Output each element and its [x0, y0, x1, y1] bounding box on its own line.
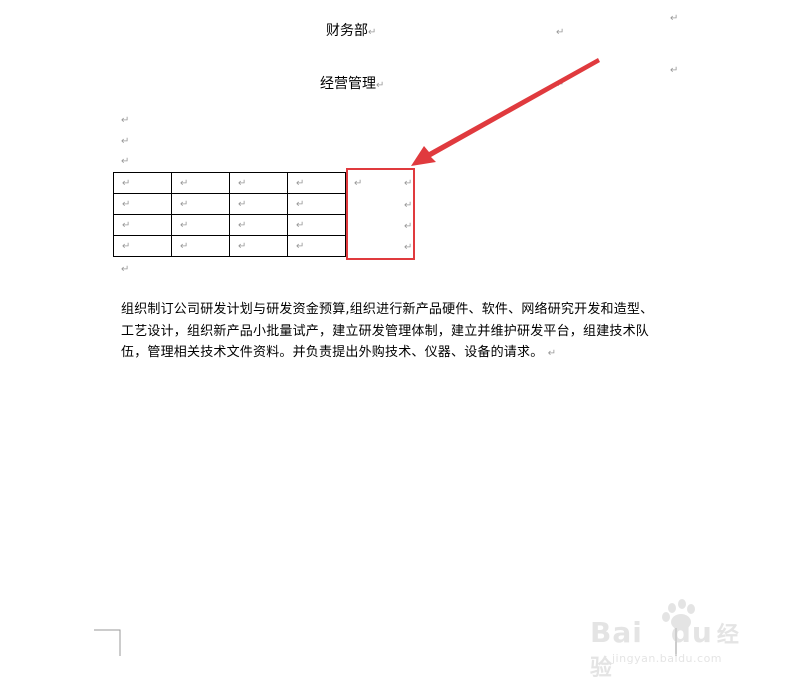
- paragraph-line: 伍，管理相关技术文件资料。并负责提出外购技术、仪器、设备的请求。 ↵: [121, 342, 653, 364]
- baidu-jingyan-watermark: Bai du 经验 jingyan.baidu.com: [590, 598, 760, 681]
- watermark-brand: Bai: [590, 616, 643, 649]
- paragraph-mark: ↵: [121, 264, 130, 275]
- paragraph-mark: ↵: [547, 348, 557, 359]
- paragraph-line: 工艺设计，组织新产品小批量试产，建立研发管理体制，建立并维护研发平台，组建技术队: [121, 323, 650, 339]
- paragraph-line: 组织制订公司研发计划与研发资金预算,组织进行新产品硬件、软件、网络研究开发和造型…: [121, 302, 654, 317]
- paragraph-line-text: 伍，管理相关技术文件资料。并负责提出外购技术、仪器、设备的请求。: [121, 345, 544, 360]
- watermark-url: jingyan.baidu.com: [612, 652, 723, 665]
- crop-mark-left: [94, 629, 121, 656]
- watermark-brand2: du: [670, 616, 713, 649]
- body-paragraph: 组织制订公司研发计划与研发资金预算,组织进行新产品硬件、软件、网络研究开发和造型…: [121, 299, 653, 364]
